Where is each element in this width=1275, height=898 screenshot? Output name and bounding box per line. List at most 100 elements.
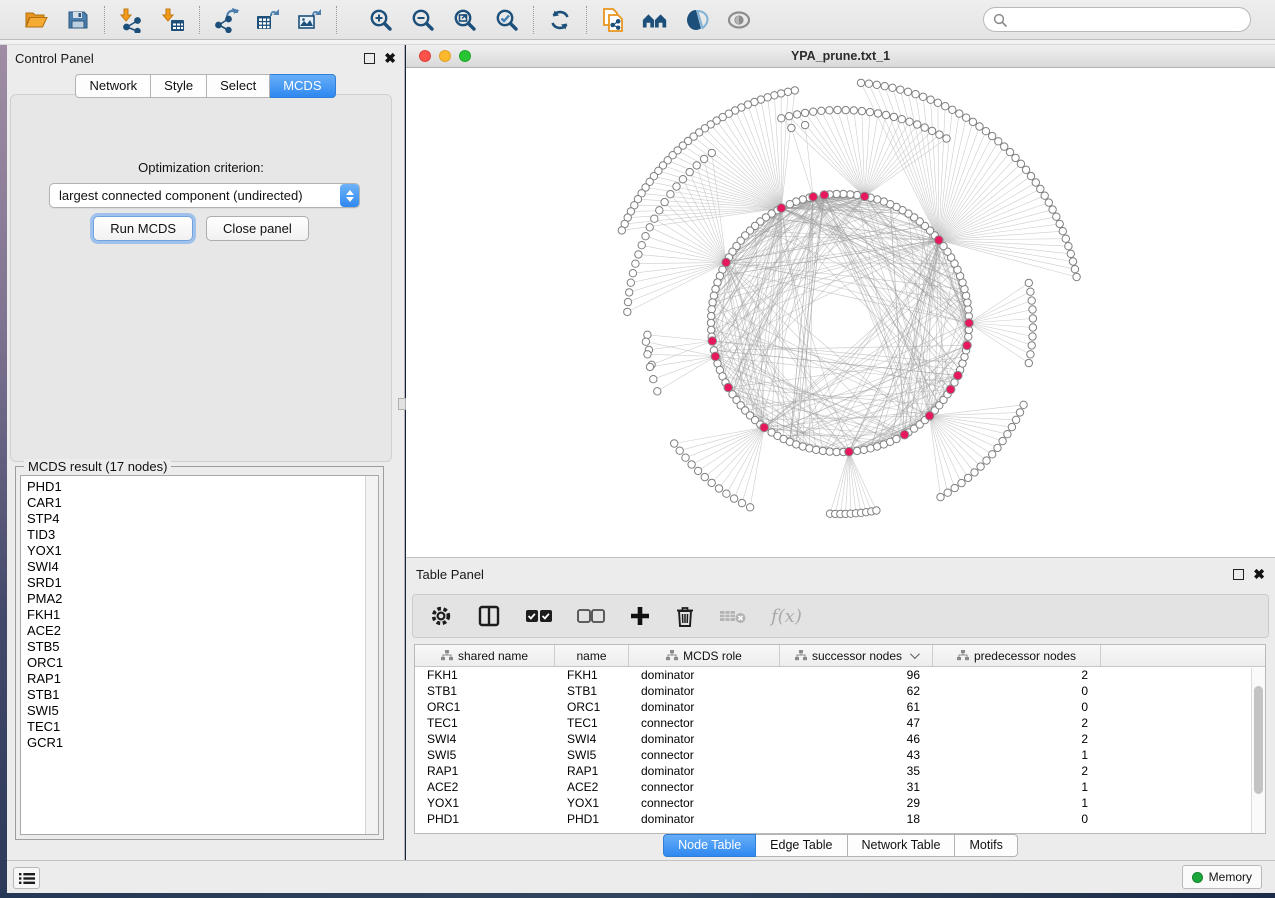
table-row[interactable]: STB1STB1dominator620 <box>415 683 1265 699</box>
float-panel-icon[interactable] <box>364 53 375 64</box>
result-list-item[interactable]: STP4 <box>27 511 365 527</box>
result-list-item[interactable]: CAR1 <box>27 495 365 511</box>
table-row[interactable]: SWI5SWI5connector431 <box>415 747 1265 763</box>
vizmapper-icon[interactable] <box>683 7 711 33</box>
save-session-icon[interactable] <box>64 7 92 33</box>
column-tree-icon <box>957 650 969 661</box>
column-tree-icon <box>795 650 807 661</box>
table-cell: 31 <box>780 779 933 795</box>
deselect-all-rows-icon[interactable] <box>577 601 605 631</box>
table-row[interactable]: RAP1RAP1dominator352 <box>415 763 1265 779</box>
optimization-criterion-select[interactable]: largest connected component (undirected) <box>49 183 360 208</box>
result-list-item[interactable]: ACE2 <box>27 623 365 639</box>
table-row[interactable]: YOX1YOX1connector291 <box>415 795 1265 811</box>
node-table-header: shared name name MCDS role successor nodesp… <box>415 645 1265 667</box>
export-network-icon[interactable] <box>212 7 240 33</box>
run-mcds-button[interactable]: Run MCDS <box>93 216 193 241</box>
table-row[interactable]: ACE2ACE2connector311 <box>415 779 1265 795</box>
task-history-button[interactable] <box>13 867 40 889</box>
vertical-splitter-handle[interactable] <box>398 398 406 410</box>
tab-node-table[interactable]: Node Table <box>663 834 756 857</box>
column-header-name[interactable]: name <box>555 645 629 666</box>
column-header-successor-nodes[interactable]: successor nodes <box>780 645 933 666</box>
search-input[interactable] <box>1013 13 1241 27</box>
table-settings-gear-icon[interactable] <box>429 601 453 631</box>
table-cell: 61 <box>780 699 933 715</box>
zoom-in-icon[interactable] <box>367 7 395 33</box>
import-table-icon[interactable] <box>159 7 187 33</box>
table-cell: dominator <box>629 731 780 747</box>
close-panel-icon[interactable]: ✖ <box>384 53 396 64</box>
result-list-item[interactable]: GCR1 <box>27 735 365 751</box>
table-cell: 96 <box>780 667 933 683</box>
refresh-icon[interactable] <box>546 7 574 33</box>
result-list-item[interactable]: PHD1 <box>27 479 365 495</box>
zoom-selected-icon[interactable] <box>493 7 521 33</box>
result-list-item[interactable]: RAP1 <box>27 671 365 687</box>
result-list-item[interactable]: ORC1 <box>27 655 365 671</box>
network-window-titlebar[interactable]: YPA_prune.txt_1 <box>406 45 1275 68</box>
desktop-background-bottom <box>0 893 1275 898</box>
result-list-item[interactable]: PMA2 <box>27 591 365 607</box>
tab-edge-table[interactable]: Edge Table <box>756 834 847 857</box>
result-list-item[interactable]: SWI4 <box>27 559 365 575</box>
column-tree-icon <box>441 650 453 661</box>
tab-mcds[interactable]: MCDS <box>270 74 335 98</box>
result-list-item[interactable]: YOX1 <box>27 543 365 559</box>
select-all-rows-icon[interactable] <box>525 601 553 631</box>
network-overview-icon[interactable] <box>641 7 669 33</box>
result-list-item[interactable]: SRD1 <box>27 575 365 591</box>
clone-network-icon[interactable] <box>599 7 627 33</box>
search-icon <box>993 13 1007 27</box>
result-list-item[interactable]: TEC1 <box>27 719 365 735</box>
import-network-icon[interactable] <box>117 7 145 33</box>
zoom-fit-icon[interactable] <box>451 7 479 33</box>
table-cell: 18 <box>780 811 933 827</box>
add-column-icon[interactable] <box>629 601 651 631</box>
table-scrollbar[interactable] <box>1251 668 1265 833</box>
close-panel-button[interactable]: Close panel <box>206 216 309 241</box>
table-scrollbar-thumb[interactable] <box>1254 686 1263 794</box>
column-header-label: shared name <box>458 649 528 663</box>
mcds-result-list[interactable]: PHD1CAR1STP4TID3YOX1SWI4SRD1PMA2FKH1ACE2… <box>21 476 365 834</box>
tab-motifs[interactable]: Motifs <box>955 834 1017 857</box>
table-cell: STB1 <box>415 683 555 699</box>
result-list-scrollbar[interactable] <box>365 476 378 834</box>
memory-button[interactable]: Memory <box>1182 865 1262 889</box>
export-image-icon[interactable] <box>296 7 324 33</box>
zoom-out-icon[interactable] <box>409 7 437 33</box>
table-row[interactable]: ORC1ORC1dominator610 <box>415 699 1265 715</box>
network-canvas-svg[interactable] <box>406 68 1275 557</box>
result-list-item[interactable]: STB5 <box>27 639 365 655</box>
table-cell: 1 <box>933 747 1101 763</box>
tab-style[interactable]: Style <box>151 74 207 98</box>
search-field[interactable] <box>983 7 1251 32</box>
float-table-panel-icon[interactable] <box>1233 569 1244 580</box>
tab-select[interactable]: Select <box>207 74 270 98</box>
tab-network-table[interactable]: Network Table <box>848 834 956 857</box>
open-file-icon[interactable] <box>22 7 50 33</box>
table-row[interactable]: PHD1PHD1dominator180 <box>415 811 1265 827</box>
result-list-item[interactable]: TID3 <box>27 527 365 543</box>
table-row[interactable]: FKH1FKH1dominator962 <box>415 667 1265 683</box>
export-table-icon[interactable] <box>254 7 282 33</box>
column-visibility-icon[interactable] <box>477 601 501 631</box>
column-header-label: MCDS role <box>683 649 742 663</box>
tab-network[interactable]: Network <box>75 74 151 98</box>
table-cell: dominator <box>629 811 780 827</box>
show-hide-icon[interactable] <box>725 7 753 33</box>
column-header-MCDS-role[interactable]: MCDS role <box>629 645 780 666</box>
column-header-shared-name[interactable]: shared name <box>415 645 555 666</box>
result-list-item[interactable]: SWI5 <box>27 703 365 719</box>
delete-column-icon[interactable] <box>675 601 695 631</box>
table-row[interactable]: TEC1TEC1connector472 <box>415 715 1265 731</box>
function-builder-icon: f(x) <box>771 601 802 631</box>
column-header-predecessor-nodes[interactable]: predecessor nodes <box>933 645 1101 666</box>
close-table-panel-icon[interactable]: ✖ <box>1253 569 1265 580</box>
table-cell: dominator <box>629 763 780 779</box>
result-list-item[interactable]: FKH1 <box>27 607 365 623</box>
result-list-item[interactable]: STB1 <box>27 687 365 703</box>
table-cell: STB1 <box>555 683 629 699</box>
table-row[interactable]: SWI4SWI4dominator462 <box>415 731 1265 747</box>
table-cell: 35 <box>780 763 933 779</box>
